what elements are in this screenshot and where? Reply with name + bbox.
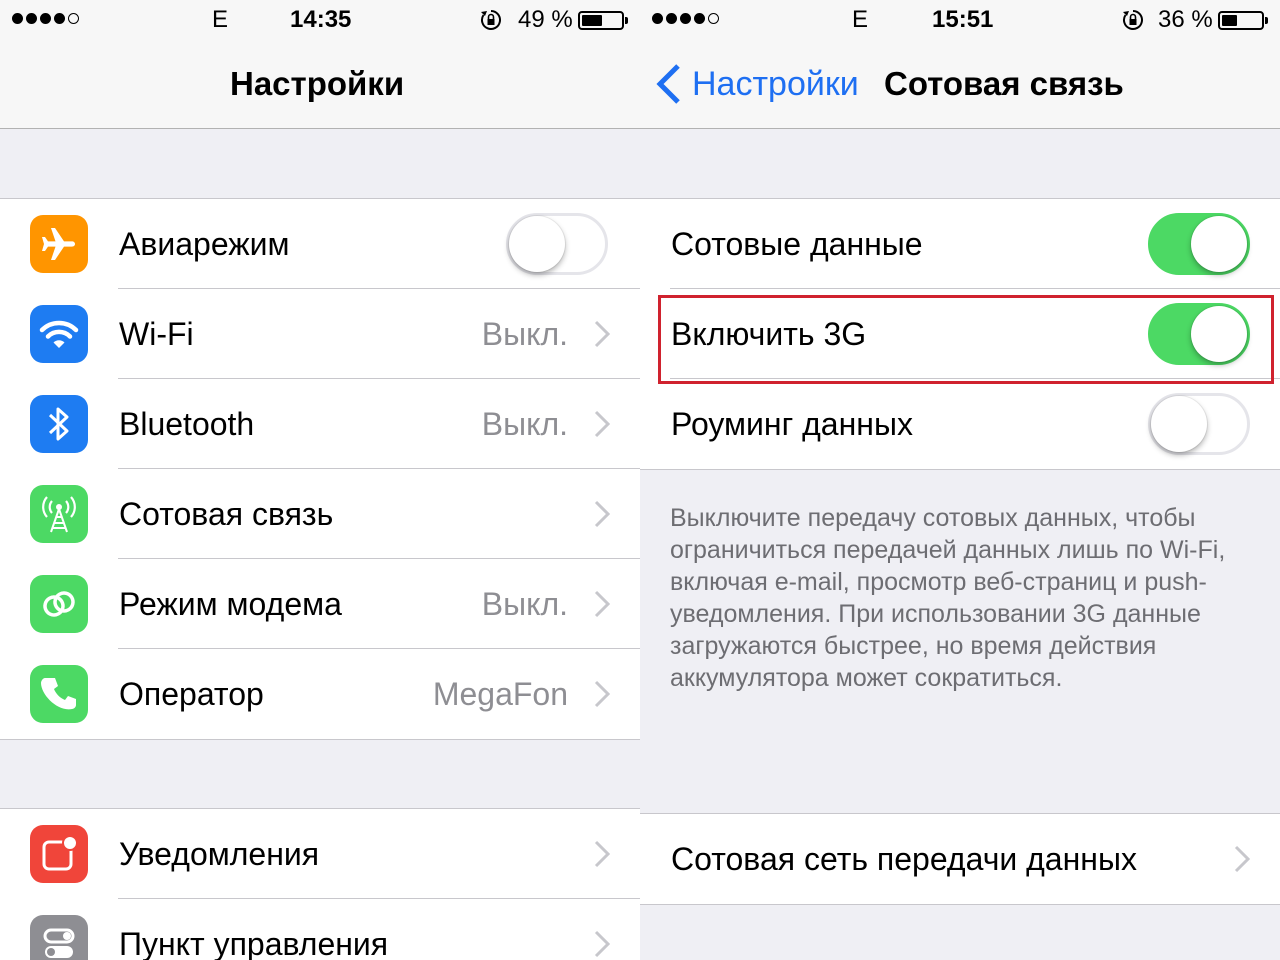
settings-row-bluetooth[interactable]: Bluetooth Выкл.: [0, 379, 640, 469]
battery-icon: [1218, 11, 1268, 30]
phone-handset-icon: [30, 665, 88, 723]
chevron-right-icon: [594, 840, 610, 868]
signal-strength-icon: [12, 13, 79, 24]
row-label: Wi-Fi: [119, 316, 194, 352]
settings-row-hotspot[interactable]: Режим модема Выкл.: [0, 559, 640, 649]
battery-icon: [578, 11, 628, 30]
settings-group-system: Уведомления Пункт управления: [0, 808, 640, 960]
airplane-icon: [30, 215, 88, 273]
row-label: Включить 3G: [671, 316, 867, 352]
settings-row-cellular-data-network[interactable]: Сотовая сеть передачи данных: [640, 814, 1280, 904]
chevron-right-icon: [1234, 845, 1250, 873]
back-button[interactable]: Настройки: [654, 60, 859, 108]
network-type: E: [212, 6, 229, 33]
battery-percent: 36 %: [1158, 6, 1213, 33]
page-title: Настройки: [230, 65, 405, 102]
chevron-right-icon: [594, 500, 610, 528]
settings-row-notifications[interactable]: Уведомления: [0, 809, 640, 899]
signal-strength-icon: [652, 13, 719, 24]
enable-3g-toggle[interactable]: [1148, 303, 1250, 365]
back-button-label: Настройки: [692, 64, 859, 103]
settings-row-cellular[interactable]: Сотовая связь: [0, 469, 640, 559]
row-label: Сотовая связь: [119, 496, 334, 532]
row-label: Роуминг данных: [671, 406, 913, 442]
navigation-bar: Настройки: [0, 40, 640, 129]
chevron-right-icon: [594, 930, 610, 958]
settings-screen: E 14:35 49 % Настройки Авиарежим Wi-Fi В…: [0, 0, 640, 960]
row-value: Выкл.: [481, 586, 568, 622]
bluetooth-icon: [30, 395, 88, 453]
chevron-right-icon: [594, 680, 610, 708]
status-bar: E 15:51 36 %: [640, 0, 1280, 40]
cellular-toggles-group: Сотовые данные Включить 3G Роуминг данны…: [640, 198, 1280, 470]
settings-row-control-center[interactable]: Пункт управления: [0, 899, 640, 960]
navigation-bar: Настройки Сотовая связь: [640, 40, 1280, 129]
settings-row-data-roaming[interactable]: Роуминг данных: [640, 379, 1280, 469]
battery-percent: 49 %: [518, 6, 573, 33]
settings-row-wifi[interactable]: Wi-Fi Выкл.: [0, 289, 640, 379]
settings-row-airplane[interactable]: Авиарежим: [0, 199, 640, 289]
row-label: Сотовая сеть передачи данных: [671, 841, 1137, 877]
data-roaming-toggle[interactable]: [1148, 393, 1250, 455]
wifi-icon: [30, 305, 88, 363]
control-center-icon: [30, 915, 88, 960]
status-bar: E 14:35 49 %: [0, 0, 640, 40]
row-value: Выкл.: [481, 406, 568, 442]
settings-row-enable-3g[interactable]: Включить 3G: [640, 289, 1280, 379]
cellular-data-toggle[interactable]: [1148, 213, 1250, 275]
settings-row-carrier[interactable]: Оператор MegaFon: [0, 649, 640, 739]
cellular-network-group: Сотовая сеть передачи данных: [640, 813, 1280, 905]
cellular-data-footer-note: Выключите передачу сотовых данных, чтобы…: [670, 504, 1226, 692]
row-value: MegaFon: [432, 676, 568, 712]
chevron-right-icon: [594, 410, 610, 438]
chevron-right-icon: [594, 590, 610, 618]
row-label: Режим модема: [119, 586, 342, 622]
row-label: Авиарежим: [119, 226, 290, 262]
chevron-right-icon: [594, 320, 610, 348]
settings-row-cellular-data[interactable]: Сотовые данные: [640, 199, 1280, 289]
rotation-lock-icon: [481, 10, 501, 30]
hotspot-chain-icon: [30, 575, 88, 633]
cellular-antenna-icon: [30, 485, 88, 543]
row-label: Сотовые данные: [671, 226, 923, 262]
airplane-mode-toggle[interactable]: [506, 213, 608, 275]
notifications-icon: [30, 825, 88, 883]
chevron-left-icon: [656, 64, 680, 104]
page-title: Сотовая связь: [884, 65, 1124, 102]
rotation-lock-icon: [1123, 10, 1143, 30]
row-label: Пункт управления: [119, 926, 389, 960]
cellular-settings-screen: E 15:51 36 % Настройки Сотовая связь Сот…: [640, 0, 1280, 960]
row-label: Bluetooth: [119, 406, 255, 442]
row-value: Выкл.: [481, 316, 568, 352]
row-label: Уведомления: [119, 836, 320, 872]
row-label: Оператор: [119, 676, 264, 712]
status-time: 15:51: [932, 6, 994, 33]
settings-group-connectivity: Авиарежим Wi-Fi Выкл. Bluetooth Выкл. Со…: [0, 198, 640, 740]
status-time: 14:35: [290, 6, 352, 33]
network-type: E: [852, 6, 869, 33]
